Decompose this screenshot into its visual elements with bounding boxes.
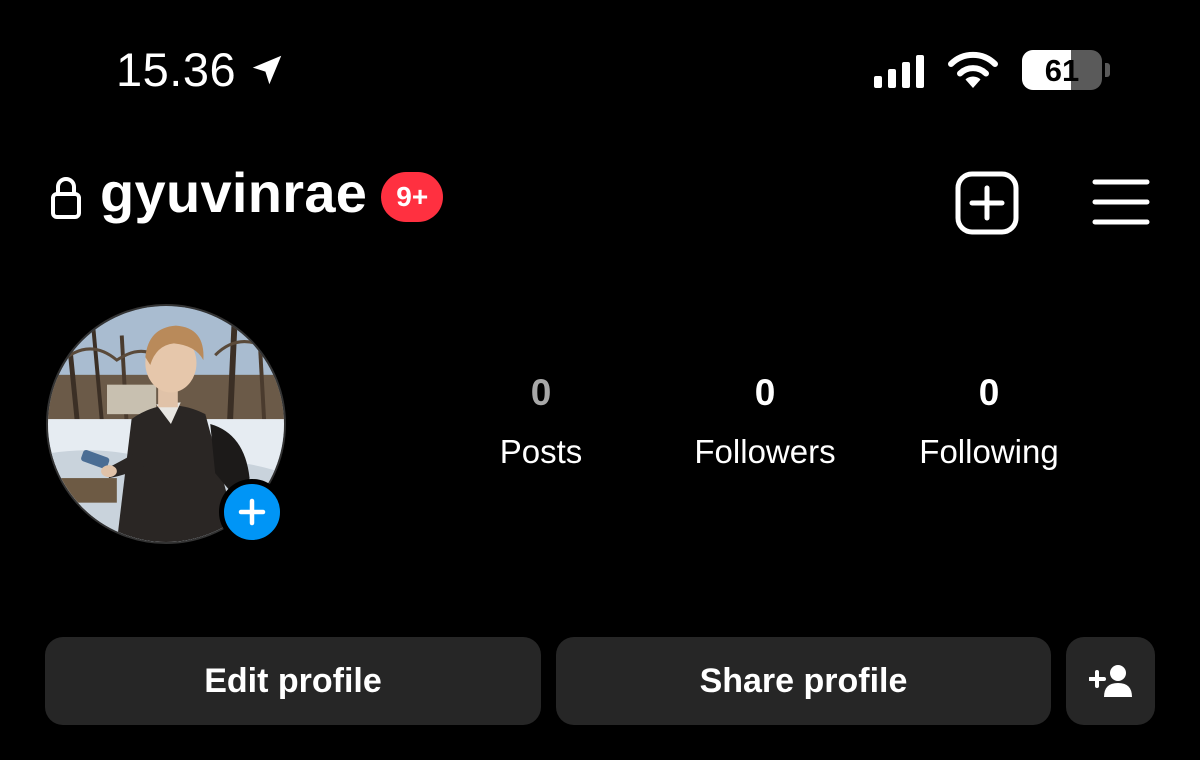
posts-label: Posts [499,433,583,470]
lock-icon [51,177,81,219]
following-count: 0 [978,372,1000,413]
battery-level: 61 [1044,52,1080,88]
battery-icon: 61 [1022,50,1102,90]
posts-stat[interactable]: 0 Posts [431,374,651,468]
add-person-icon [1088,665,1132,697]
posts-count: 0 [530,372,552,413]
followers-label: Followers [694,433,836,470]
following-label: Following [919,433,1059,470]
battery-cap [1105,63,1110,77]
location-arrow-icon [252,55,282,84]
wifi-icon [948,51,998,88]
status-bar-indicators: 61 [874,50,1110,90]
following-stat[interactable]: 0 Following [879,374,1099,468]
discover-people-button[interactable] [1066,637,1155,725]
new-post-icon[interactable] [955,171,1019,235]
followers-stat[interactable]: 0 Followers [655,374,875,468]
share-profile-button[interactable]: Share profile [556,637,1051,725]
cellular-signal-icon [874,52,924,88]
notification-badge[interactable]: 9+ [381,172,444,222]
add-story-button[interactable] [219,479,285,545]
followers-count: 0 [754,372,776,413]
status-bar-time: 15.36 [116,46,286,93]
edit-profile-button[interactable]: Edit profile [45,637,541,725]
menu-icon[interactable] [1092,178,1150,226]
profile-header: gyuvinrae 9+ [50,165,444,222]
time-text: 15.36 [116,43,237,96]
username[interactable]: gyuvinrae [100,165,367,221]
plus-icon [238,498,266,526]
